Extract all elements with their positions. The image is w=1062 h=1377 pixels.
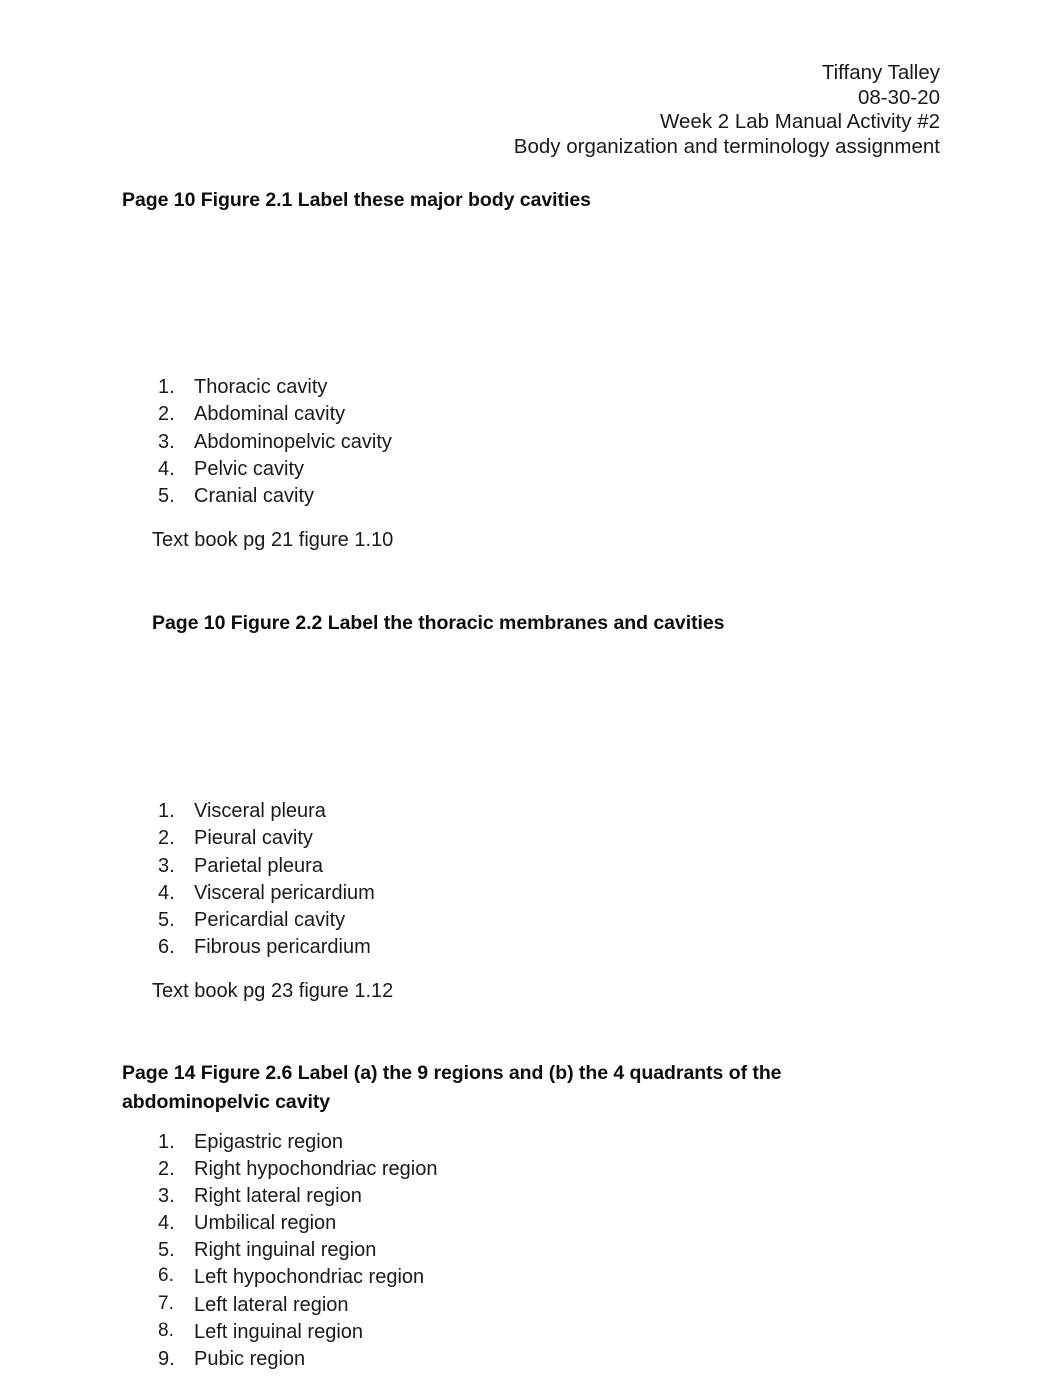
list-item: 1. Thoracic cavity (158, 374, 392, 401)
list-item-number: 4. (158, 881, 175, 904)
list-item-number: 1. (158, 800, 175, 822)
list-item-number: 3. (158, 854, 175, 877)
list-item: 9. Pubic region (158, 1346, 438, 1373)
header-line-date: 08-30-20 (857, 85, 940, 109)
list-item-number: 4. (158, 457, 175, 480)
list-item-number: 6. (158, 936, 175, 959)
list-item-label: Pelvic cavity (194, 457, 305, 480)
list-item-number: 5. (158, 909, 175, 932)
list-item: 1. Epigastric region (158, 1129, 438, 1156)
list-item-label: Right inguinal region (194, 1239, 377, 1262)
list-item-number: 3. (158, 1185, 175, 1208)
header-line-assignment-title: Body organization and terminology assign… (513, 134, 940, 158)
list-item-number: 2. (158, 1158, 175, 1181)
document-page: Tiffany Talley 08-30-20 Week 2 Lab Manua… (0, 0, 1062, 1377)
list-item-label: Left hypochondriac region (194, 1266, 425, 1289)
list-item-number: 3. (158, 430, 175, 453)
list-item: 4. Pelvic cavity (158, 456, 392, 483)
list-item-label: Pieural cavity (194, 827, 313, 850)
list-item: 6. Left hypochondriac region (158, 1264, 438, 1291)
document-header: Tiffany Talley 08-30-20 Week 2 Lab Manua… (120, 61, 940, 159)
list-item: 3. Abdominopelvic cavity (158, 429, 392, 456)
list-item-label: Parietal pleura (194, 854, 323, 877)
list-item-label: Left lateral region (194, 1293, 349, 1316)
section-heading-figure-2-1: Page 10 Figure 2.1 Label these major bod… (122, 189, 591, 211)
list-item-label: Fibrous pericardium (194, 936, 371, 959)
list-major-body-cavities: 1. Thoracic cavity 2. Abdominal cavity 3… (158, 374, 392, 510)
list-item-label: Cranial cavity (194, 485, 315, 508)
list-item-number: 2. (158, 403, 175, 426)
list-item-label: Abdominal cavity (194, 403, 346, 426)
list-item: 2. Abdominal cavity (158, 401, 392, 428)
list-item-number: 2. (158, 827, 175, 850)
list-item-label: Umbilical region (194, 1212, 337, 1235)
list-item-number: 6. (158, 1265, 174, 1287)
list-item-label: Thoracic cavity (194, 376, 328, 398)
list-item-label: Abdominopelvic cavity (194, 430, 392, 453)
header-line-author: Tiffany Talley (821, 61, 940, 84)
list-item-number: 7. (158, 1292, 174, 1314)
list-item: 4. Visceral pericardium (158, 880, 375, 907)
list-item-label: Right lateral region (194, 1185, 362, 1208)
list-item-number: 5. (158, 485, 175, 508)
list-abdominopelvic-regions: 1. Epigastric region 2. Right hypochondr… (158, 1129, 438, 1373)
list-item: 2. Pieural cavity (158, 825, 375, 852)
list-item: 2. Right hypochondriac region (158, 1156, 438, 1183)
list-item: 4. Umbilical region (158, 1210, 438, 1237)
list-item: 5. Cranial cavity (158, 483, 392, 510)
section-heading-figure-2-6: Page 14 Figure 2.6 Label (a) the 9 regio… (122, 1062, 782, 1113)
list-item-label: Pubic region (194, 1347, 306, 1370)
list-item: 5. Right inguinal region (158, 1237, 438, 1264)
list-item-label: Left inguinal region (194, 1320, 364, 1343)
list-item-label: Right hypochondriac region (194, 1158, 438, 1181)
list-item-number: 8. (158, 1319, 174, 1341)
list-item: 8. Left inguinal region (158, 1319, 438, 1346)
list-thoracic-membranes-and-cavities: 1. Visceral pleura 2. Pieural cavity 3. … (158, 798, 375, 962)
list-item: 3. Parietal pleura (158, 853, 375, 880)
list-item-label: Pericardial cavity (194, 909, 346, 932)
list-item-label: Epigastric region (194, 1131, 343, 1153)
list-item-number: 9. (158, 1347, 175, 1370)
figure-placeholder-2-2 (122, 642, 940, 798)
list-item: 6. Fibrous pericardium (158, 934, 375, 961)
textbook-reference-2-2: Text book pg 23 figure 1.12 (152, 980, 394, 1002)
list-item: 5. Pericardial cavity (158, 907, 375, 934)
list-item: 1. Visceral pleura (158, 798, 375, 825)
list-item-label: Visceral pleura (194, 800, 326, 822)
list-item-number: 4. (158, 1212, 175, 1235)
header-line-activity: Week 2 Lab Manual Activity #2 (660, 110, 940, 134)
list-item: 3. Right lateral region (158, 1183, 438, 1210)
list-item-number: 1. (158, 376, 175, 398)
list-item: 7. Left lateral region (158, 1292, 438, 1319)
list-item-number: 5. (158, 1239, 175, 1262)
figure-placeholder-2-1 (122, 218, 940, 370)
textbook-reference-2-1: Text book pg 21 figure 1.10 (152, 529, 394, 551)
list-item-label: Visceral pericardium (194, 881, 375, 904)
list-item-number: 1. (158, 1131, 175, 1153)
section-heading-figure-2-2: Page 10 Figure 2.2 Label the thoracic me… (152, 612, 725, 634)
